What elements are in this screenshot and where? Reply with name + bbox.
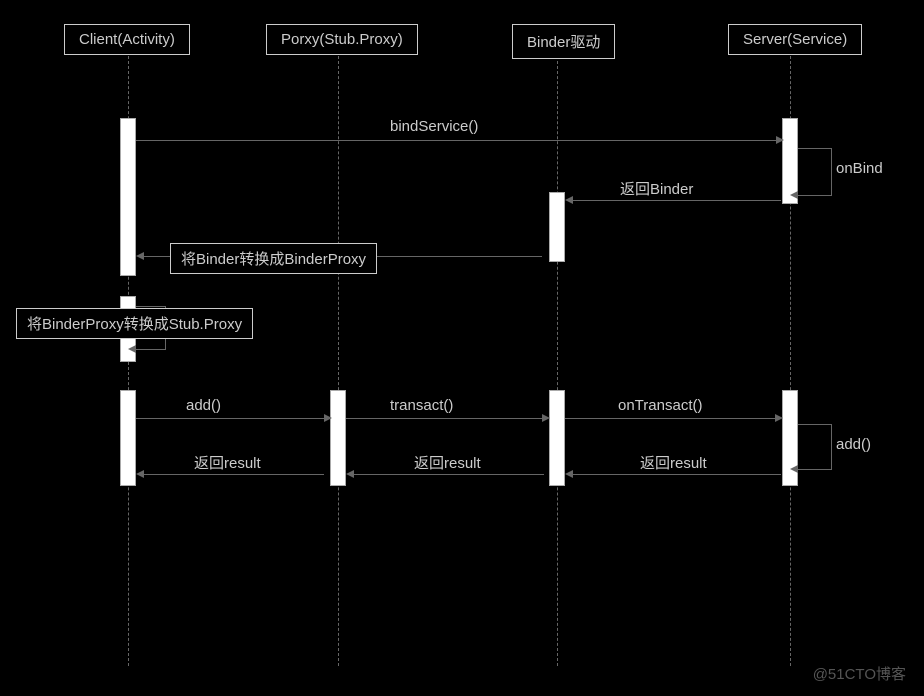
label-add: add() xyxy=(186,397,221,414)
label-returnbinder: 返回Binder xyxy=(620,178,693,199)
participant-binder: Binder驱动 xyxy=(512,24,615,59)
sequence-diagram-canvas: Client(Activity) Porxy(Stub.Proxy) Binde… xyxy=(0,0,924,696)
participant-server: Server(Service) xyxy=(728,24,862,55)
label-bindservice: bindService() xyxy=(390,118,478,135)
lifeline-binder xyxy=(557,56,558,666)
label-returnresult-pc: 返回result xyxy=(194,452,261,473)
activation-client-3 xyxy=(120,390,136,486)
msg-returnresult-sb xyxy=(573,474,781,475)
activation-proxy-1 xyxy=(330,390,346,486)
label-ontransact: onTransact() xyxy=(618,397,702,414)
msg-transact xyxy=(346,418,542,419)
msg-returnresult-pc xyxy=(144,474,324,475)
label-returnresult-bp: 返回result xyxy=(414,452,481,473)
label-stubproxy: 将BinderProxy转换成Stub.Proxy xyxy=(16,308,253,339)
selfloop-addserver xyxy=(798,424,832,470)
watermark: @51CTO博客 xyxy=(813,663,906,684)
label-transact: transact() xyxy=(390,397,453,414)
msg-ontransact xyxy=(565,418,775,419)
msg-returnbinder xyxy=(573,200,781,201)
activation-client-1 xyxy=(120,118,136,276)
msg-returnresult-bp xyxy=(354,474,544,475)
label-bindertoproxy: 将Binder转换成BinderProxy xyxy=(170,243,377,274)
selfloop-onbind xyxy=(798,148,832,196)
activation-binder-1 xyxy=(549,192,565,262)
lifeline-proxy xyxy=(338,56,339,666)
label-onbind: onBind xyxy=(836,160,883,177)
participant-client: Client(Activity) xyxy=(64,24,190,55)
msg-bindservice xyxy=(136,140,776,141)
label-returnresult-sb: 返回result xyxy=(640,452,707,473)
msg-add xyxy=(136,418,324,419)
activation-binder-2 xyxy=(549,390,565,486)
label-addserver: add() xyxy=(836,436,871,453)
participant-proxy: Porxy(Stub.Proxy) xyxy=(266,24,418,55)
